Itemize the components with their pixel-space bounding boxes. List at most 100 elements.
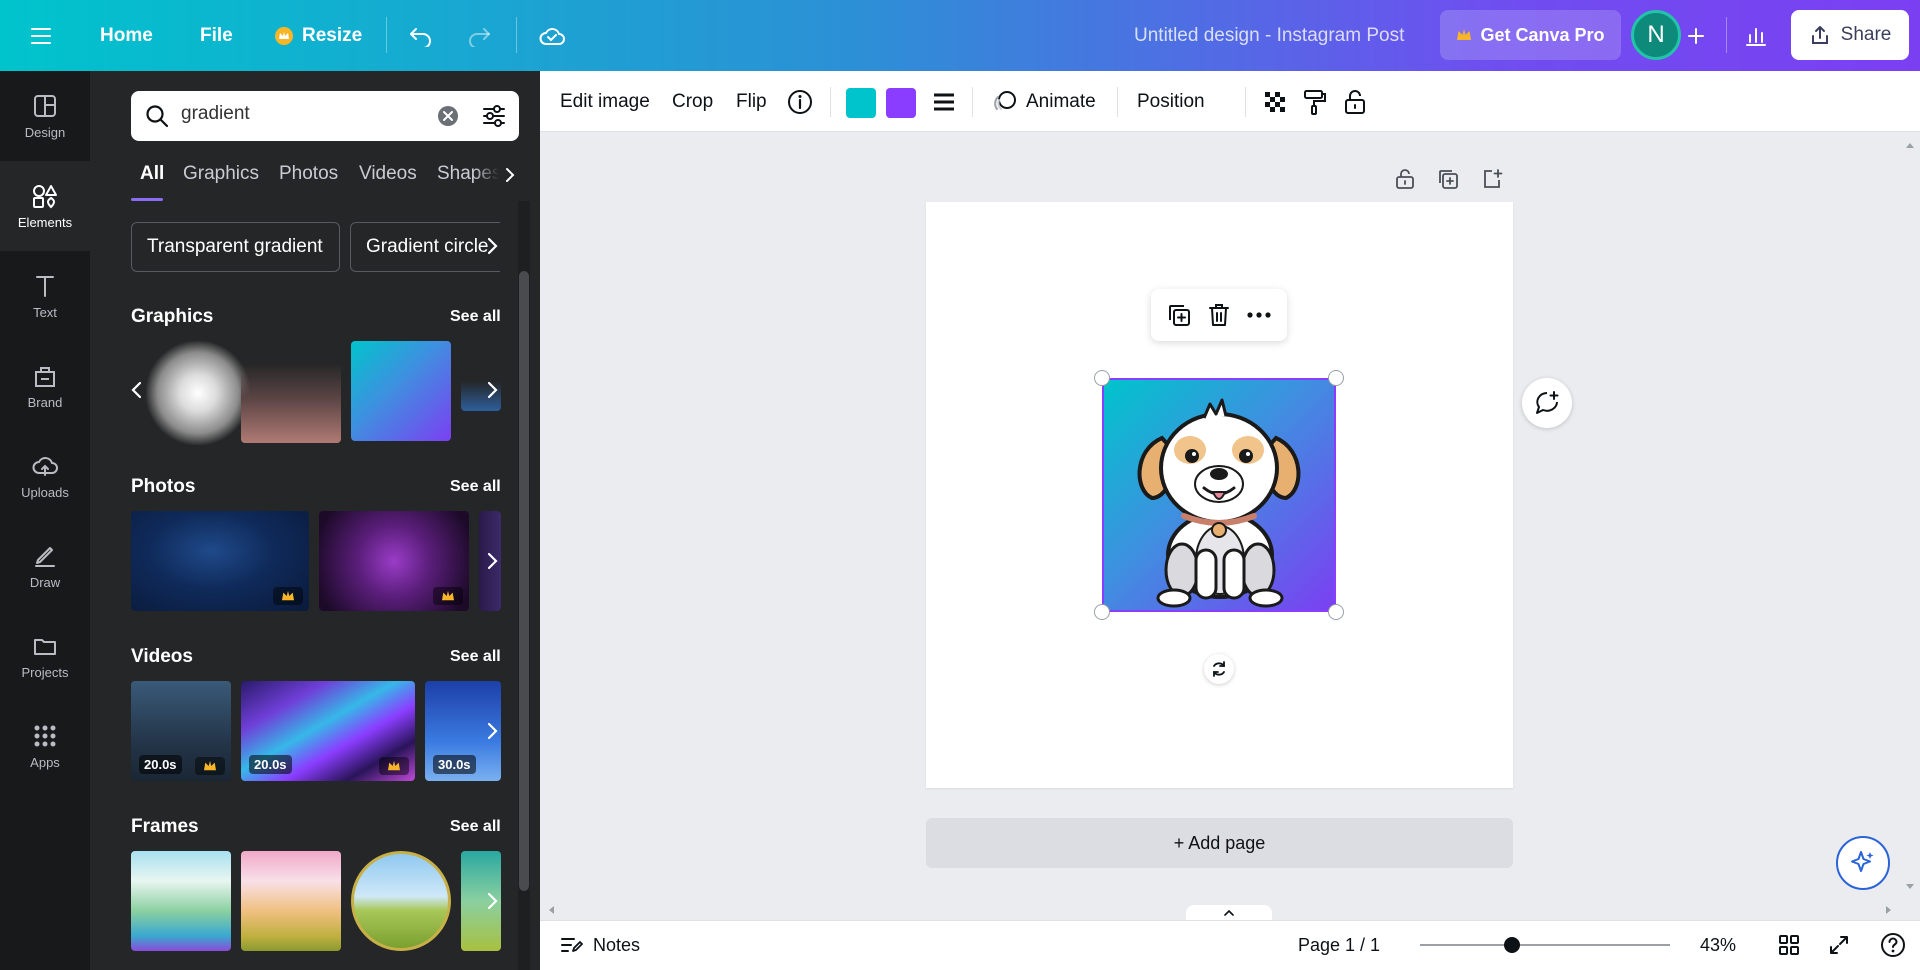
fullscreen-button[interactable] [1828, 920, 1850, 970]
crop-button[interactable]: Crop [672, 71, 713, 132]
file-menu-button[interactable]: File [200, 0, 233, 71]
see-all-photos-link[interactable]: See all [450, 478, 501, 496]
rotate-handle[interactable] [1204, 654, 1234, 684]
clear-search-button[interactable] [437, 105, 459, 127]
frame-thumbnail-circle[interactable] [351, 851, 451, 951]
border-style-button[interactable] [932, 71, 956, 132]
graphics-prev-arrow[interactable] [130, 379, 144, 401]
add-page-button[interactable]: + Add page [926, 818, 1513, 868]
upload-share-icon [1811, 26, 1828, 44]
add-comment-button[interactable] [1522, 378, 1572, 428]
rail-item-text[interactable]: Text [0, 251, 90, 341]
get-canva-pro-button[interactable]: Get Canva Pro [1440, 10, 1621, 60]
rotate-icon [1213, 661, 1225, 677]
rail-item-brand[interactable]: Brand [0, 341, 90, 431]
element-floating-toolbar [1151, 289, 1287, 341]
main-menu-button[interactable] [30, 0, 52, 71]
show-pages-tab[interactable] [1186, 905, 1272, 921]
rail-item-uploads[interactable]: Uploads [0, 431, 90, 521]
videos-next-arrow[interactable] [485, 720, 499, 742]
animate-button[interactable]: Animate [992, 71, 1096, 132]
video-thumbnail[interactable]: 20.0s [131, 681, 231, 781]
home-button[interactable]: Home [100, 0, 153, 71]
graphic-thumbnail-fade-gradient[interactable] [241, 343, 341, 443]
help-button[interactable] [1880, 920, 1906, 970]
frame-thumbnail-sunset[interactable] [241, 851, 341, 951]
zoom-slider-thumb[interactable] [1504, 937, 1520, 953]
document-title[interactable]: Untitled design - Instagram Post [1134, 0, 1404, 71]
chevron-up-icon [1224, 909, 1234, 916]
invite-button[interactable] [1686, 0, 1706, 71]
canvas-vertical-scrollbar[interactable] [1900, 132, 1920, 902]
graphic-thumbnail-radial-gradient[interactable] [146, 341, 250, 445]
photo-thumbnail-purple-glow[interactable] [319, 511, 469, 611]
chips-next-arrow[interactable] [485, 235, 499, 257]
crown-icon [442, 590, 454, 601]
scroll-left-arrow-icon [549, 906, 554, 914]
duplicate-page-button[interactable] [1436, 167, 1460, 191]
magic-assistant-button[interactable] [1836, 836, 1890, 890]
tab-shapes[interactable]: Shapes [437, 163, 499, 185]
zoom-level[interactable]: 43% [1700, 920, 1736, 970]
color-swatch-teal[interactable] [846, 88, 876, 118]
resize-handle-bottom-right[interactable] [1328, 604, 1344, 620]
resize-button[interactable]: Resize [274, 0, 362, 71]
see-all-frames-link[interactable]: See all [450, 818, 501, 836]
search-box[interactable] [131, 91, 519, 141]
notes-button[interactable]: Notes [559, 920, 640, 970]
selected-image-element[interactable] [1102, 378, 1336, 612]
frames-next-arrow[interactable] [485, 890, 499, 912]
tabs-next-arrow[interactable] [504, 166, 516, 184]
redo-icon [469, 27, 490, 47]
transparency-button[interactable] [1262, 71, 1288, 132]
frame-thumbnail-rainbow[interactable] [131, 851, 231, 951]
graphic-thumbnail-teal-purple-gradient[interactable] [351, 341, 451, 441]
delete-element-button[interactable] [1207, 302, 1231, 328]
see-all-videos-link[interactable]: See all [450, 648, 501, 666]
add-page-button-small[interactable] [1480, 167, 1504, 191]
video-thumbnail-aurora[interactable]: 20.0s [241, 681, 415, 781]
position-button[interactable]: Position [1137, 71, 1205, 132]
photo-thumbnail-blue-blur[interactable] [131, 511, 309, 611]
share-button[interactable]: Share [1791, 10, 1909, 60]
tab-videos[interactable]: Videos [359, 163, 417, 185]
rail-item-elements[interactable]: Elements [0, 161, 90, 251]
filter-button[interactable] [481, 103, 507, 129]
graphics-next-arrow[interactable] [485, 379, 499, 401]
tab-photos[interactable]: Photos [279, 163, 338, 185]
page-indicator[interactable]: Page 1 / 1 [1298, 920, 1380, 970]
more-options-button[interactable] [1246, 311, 1272, 319]
insights-button[interactable] [1744, 0, 1768, 71]
avatar[interactable]: N [1631, 10, 1681, 60]
flip-button[interactable]: Flip [736, 71, 767, 132]
suggestion-chip-gradient-circle[interactable]: Gradient circle [350, 222, 500, 272]
zoom-slider-track[interactable] [1420, 944, 1670, 946]
tab-graphics[interactable]: Graphics [183, 163, 259, 185]
undo-button[interactable] [408, 0, 434, 71]
resize-handle-top-right[interactable] [1328, 370, 1344, 386]
top-bar: Home File Resize Untitled design - Insta… [0, 0, 1920, 71]
edit-image-button[interactable]: Edit image [560, 71, 650, 132]
panel-scrollbar-thumb[interactable] [519, 271, 529, 891]
copy-style-button[interactable] [1302, 71, 1328, 132]
rail-item-draw[interactable]: Draw [0, 521, 90, 611]
photos-next-arrow[interactable] [485, 550, 499, 572]
color-swatch-purple[interactable] [886, 88, 916, 118]
redo-button[interactable] [466, 0, 492, 71]
rail-item-apps[interactable]: Apps [0, 701, 90, 791]
resize-handle-top-left[interactable] [1094, 370, 1110, 386]
transparency-checker-icon [1265, 91, 1285, 112]
search-input[interactable] [181, 103, 421, 125]
suggestion-chip-transparent-gradient[interactable]: Transparent gradient [131, 222, 340, 272]
lock-page-button[interactable] [1394, 167, 1416, 191]
rail-item-design[interactable]: Design [0, 71, 90, 161]
grid-view-button[interactable] [1778, 920, 1800, 970]
lock-button[interactable] [1343, 71, 1367, 132]
resize-handle-bottom-left[interactable] [1094, 604, 1110, 620]
tab-all[interactable]: All [140, 163, 164, 185]
duplicate-element-button[interactable] [1166, 302, 1192, 328]
info-button[interactable] [786, 71, 814, 132]
save-status-button[interactable] [538, 0, 566, 71]
see-all-graphics-link[interactable]: See all [450, 308, 501, 326]
rail-item-projects[interactable]: Projects [0, 611, 90, 701]
